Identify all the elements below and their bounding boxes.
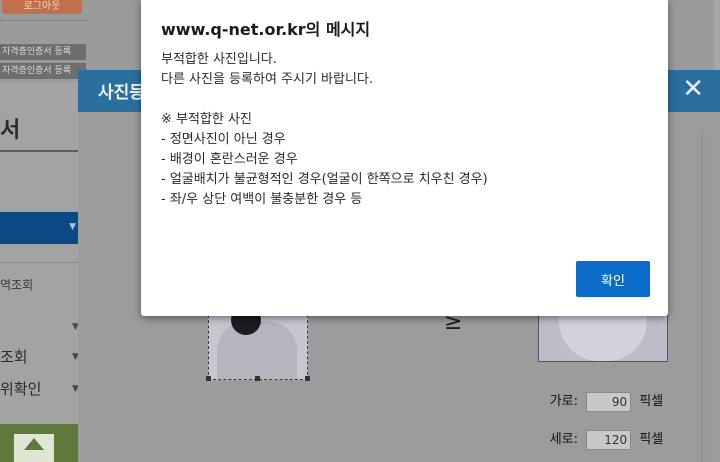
width-field[interactable]: 90 (586, 391, 632, 412)
width-row: 가로: 90 픽셀 (546, 390, 663, 412)
width-unit: 픽셀 (639, 394, 664, 409)
alert-message: 부적합한 사진입니다. 다른 사진을 등록하여 주시기 바랍니다. ※ 부적합한… (161, 50, 488, 210)
sidebar-item-verify[interactable]: 위확인 (0, 378, 41, 399)
photo-preview (538, 310, 668, 362)
height-label: 세로: (549, 432, 578, 447)
photo-crop-area[interactable] (208, 310, 308, 380)
alert-reason: - 얼굴배치가 불균형적인 경우(얼굴이 한쪽으로 치우친 경우) (161, 172, 488, 187)
crop-handle[interactable] (206, 376, 211, 381)
divider (0, 262, 78, 263)
divider (0, 20, 88, 21)
alert-dialog: www.q-net.or.kr의 메시지 부적합한 사진입니다. 다른 사진을 … (141, 0, 668, 316)
certificate-register-link-2[interactable]: 자격증인증서 등록 (0, 63, 86, 79)
ok-button[interactable]: 확인 (576, 261, 650, 297)
sidebar-item-active[interactable]: ▼ (0, 212, 78, 244)
alert-reason: - 좌/우 상단 여백이 불충분한 경우 등 (161, 192, 363, 207)
crop-handle[interactable] (255, 376, 260, 381)
divider (0, 150, 78, 152)
sidebar-item-inquiry[interactable]: 조회 (0, 346, 28, 367)
height-row: 세로: 120 픽셀 (546, 428, 663, 450)
arrow-up-icon (24, 438, 44, 450)
alert-reason: - 배경이 혼란스러운 경우 (161, 152, 298, 167)
certificate-register-link[interactable]: 자격증인증서 등록 (0, 44, 86, 60)
height-unit: 픽셀 (639, 432, 664, 447)
logout-button[interactable]: 로그아웃 (2, 0, 82, 14)
dialog-scrollbar[interactable] (701, 134, 712, 462)
close-icon[interactable]: ✕ (682, 76, 704, 102)
height-field[interactable]: 120 (586, 429, 632, 450)
scroll-top-button[interactable] (0, 424, 78, 462)
alert-notice-heading: ※ 부적합한 사진 (161, 112, 252, 127)
alert-line: 다른 사진을 등록하여 주시기 바랍니다. (161, 72, 374, 87)
chevron-down-icon: ▼ (69, 222, 76, 232)
alert-line: 부적합한 사진입니다. (161, 52, 277, 67)
sidebar-item-history[interactable]: 역조회 (0, 276, 33, 293)
crop-handle[interactable] (305, 376, 310, 381)
preview-subject (559, 311, 647, 361)
sidebar-heading: 서 (0, 118, 21, 143)
alert-title: www.q-net.or.kr의 메시지 (161, 20, 371, 39)
alert-reason: - 정면사진이 아닌 경우 (161, 132, 286, 147)
width-label: 가로: (549, 394, 578, 409)
